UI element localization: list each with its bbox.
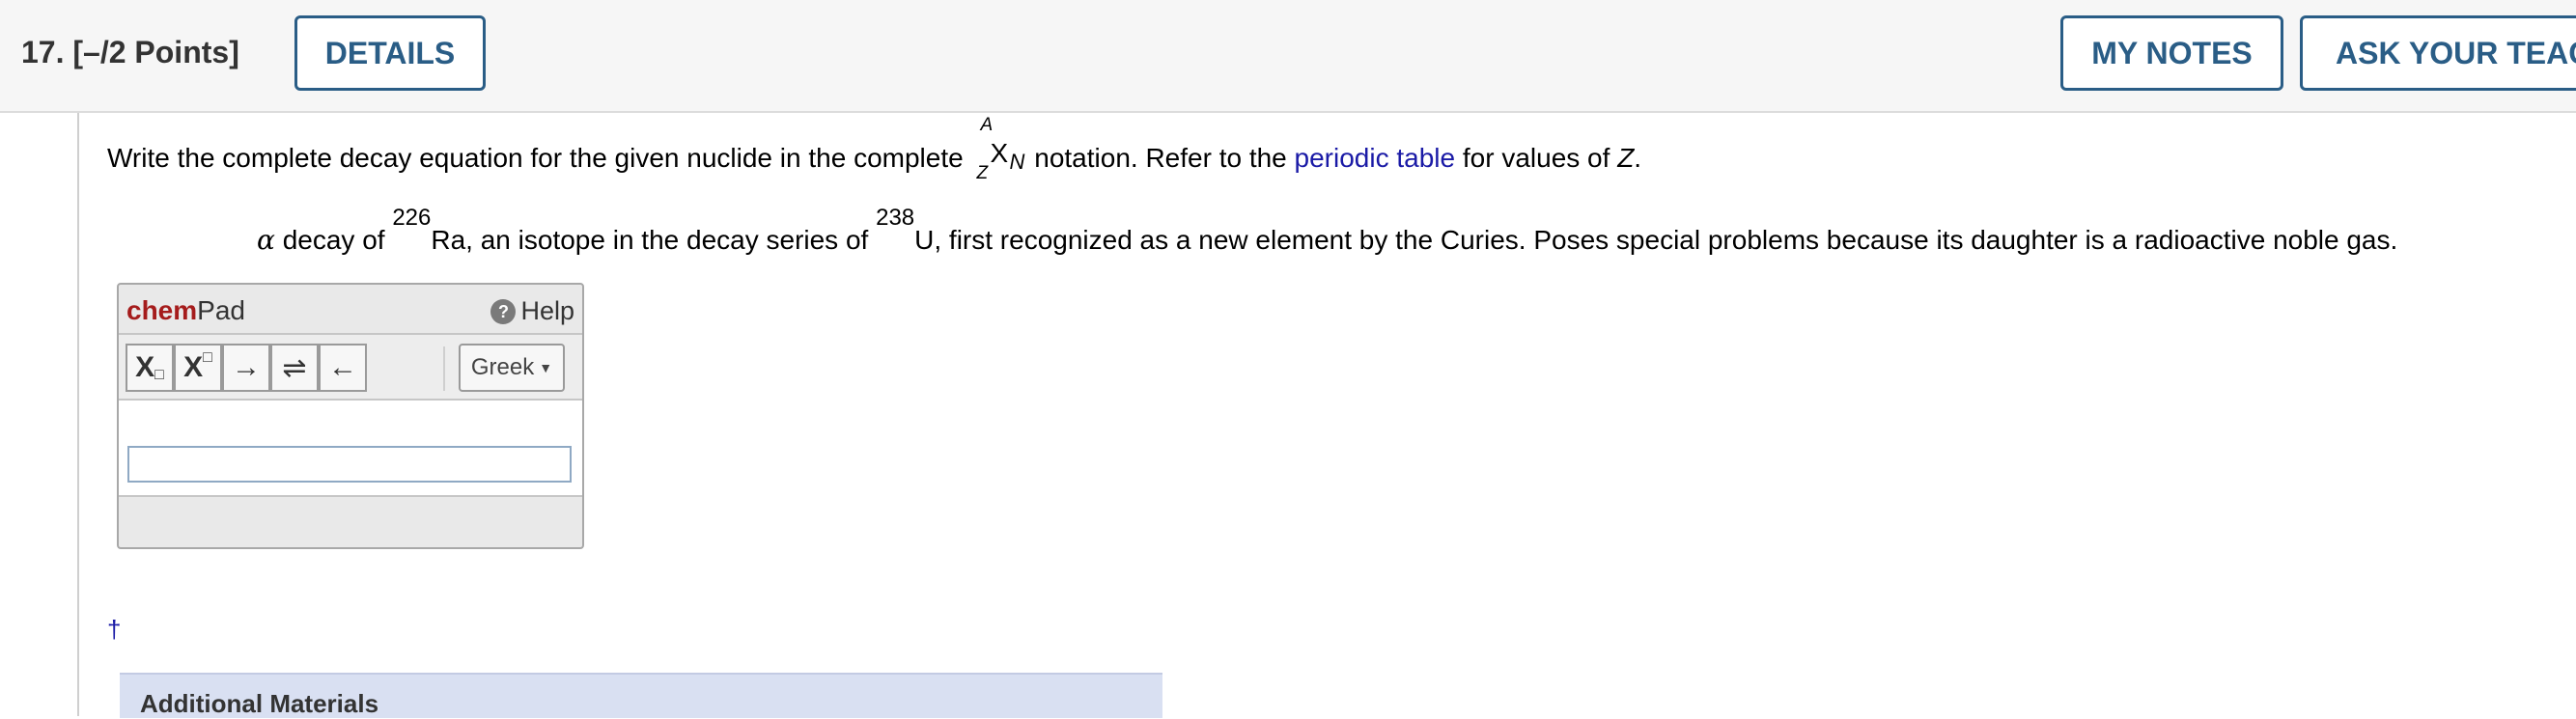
equilibrium-arrow-icon: ⇌ [282,351,307,384]
nuclide-notation: A ZXN [970,115,1026,183]
subscript-box-icon: □ [154,367,164,383]
prompt-text-2: notation. Refer to the [1026,143,1295,173]
chevron-down-icon: ▼ [539,360,553,375]
mass-number-u: 238 [876,205,915,231]
footnote-dagger[interactable]: † [107,615,121,645]
chempad-title-chem: chem [126,295,198,325]
superscript-button[interactable]: X □ [174,344,222,392]
help-icon: ? [490,298,517,324]
decay-description: α decay of 226Ra, an isotope in the deca… [257,207,2398,257]
chempad-title: chemPad [126,295,245,326]
details-button[interactable]: DETAILS [294,15,486,91]
chempad-widget: chemPad ? Help X □ X □ → ⇌ ← Greek ▼ [117,283,584,549]
question-title: 17. [–/2 Points] [21,35,239,70]
toolbar-divider [443,346,445,391]
chempad-help-link[interactable]: ? Help [490,296,574,326]
notation-z: Z [976,163,989,183]
question-number: 17. [21,35,65,69]
periodic-table-link[interactable]: periodic table [1295,143,1456,173]
decay-text-2: Ra, an isotope in the decay series of [431,225,877,255]
decay-text-3: U, first recognized as a new element by … [914,225,2398,255]
chempad-toolbar: X □ X □ → ⇌ ← Greek ▼ [119,333,582,401]
question-prompt: Write the complete decay equation for th… [107,115,1642,183]
notation-a: A [980,115,994,135]
chempad-editor [119,401,582,497]
equilibrium-arrow-button[interactable]: ⇌ [270,344,319,392]
notation-x: X [990,138,1009,168]
subscript-button[interactable]: X □ [126,344,174,392]
my-notes-button[interactable]: MY NOTES [2060,15,2283,91]
greek-label: Greek [470,354,535,380]
left-arrow-button[interactable]: ← [319,344,367,392]
left-arrow-icon: ← [328,351,357,383]
notation-n: N [1009,150,1025,174]
additional-materials-bar[interactable]: Additional Materials [120,673,1162,718]
ask-teacher-button[interactable]: ASK YOUR TEACH [2300,15,2576,91]
content-left-rule [77,113,79,716]
question-header: 17. [–/2 Points] DETAILS MY NOTES ASK YO… [0,0,2576,113]
superscript-label: X [183,351,204,383]
question-points: [–/2 Points] [72,35,239,69]
prompt-text-end: . [1634,143,1642,173]
decay-text-1: decay of [274,225,393,255]
alpha-symbol: α [257,224,275,256]
right-arrow-button[interactable]: → [222,344,270,392]
prompt-variable: Z [1617,143,1635,173]
subscript-label: X [135,351,155,383]
right-arrow-icon: → [232,351,261,383]
prompt-text-1: Write the complete decay equation for th… [107,143,971,173]
chempad-title-pad: Pad [197,295,245,325]
mass-number-ra: 226 [392,205,432,231]
superscript-box-icon: □ [203,349,212,366]
greek-dropdown[interactable]: Greek ▼ [459,344,565,392]
prompt-text-3: for values of [1455,143,1618,173]
chempad-answer-input[interactable] [127,446,572,483]
additional-materials-label: Additional Materials [140,689,379,718]
help-label: Help [520,296,574,325]
